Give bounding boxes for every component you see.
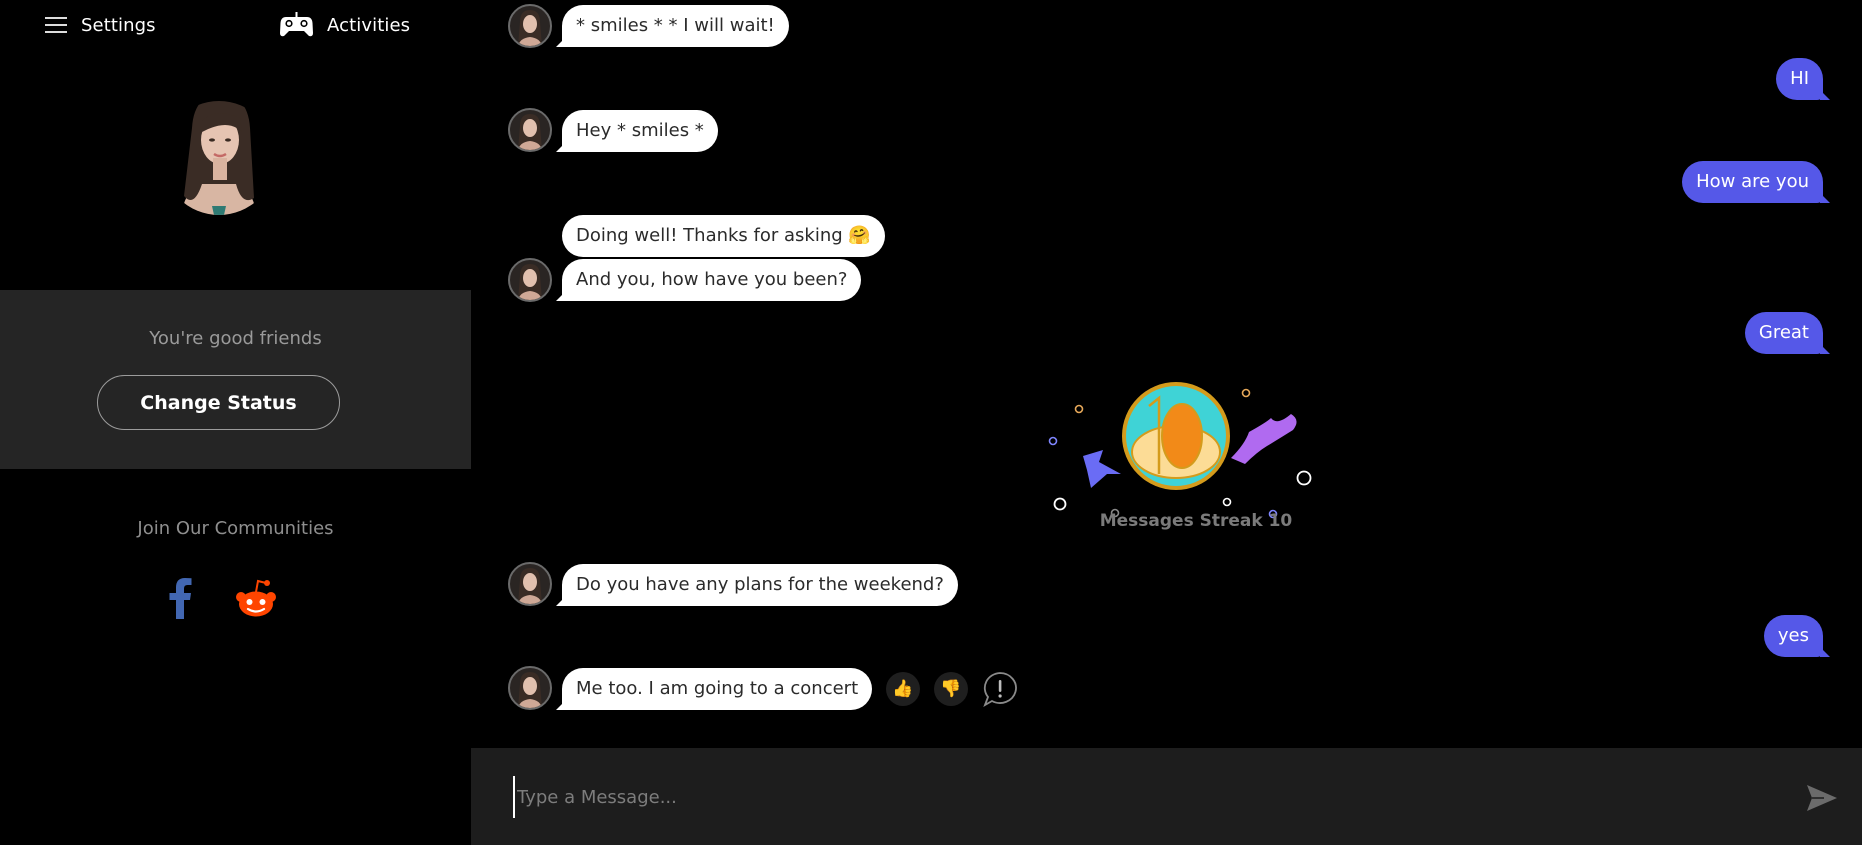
user-message: How are you <box>1682 161 1830 203</box>
message-composer <box>471 748 1862 845</box>
send-button[interactable] <box>1806 784 1838 812</box>
settings-label: Settings <box>81 14 156 36</box>
sidebar-header: Settings Activities <box>0 0 471 50</box>
gamepad-icon <box>280 12 313 37</box>
bot-message: Do you have any plans for the weekend? <box>562 564 958 606</box>
message-reactions: 👍 👎 <box>886 671 1018 707</box>
streak-badge: Messages Streak 10 <box>1031 370 1351 540</box>
profile-avatar[interactable] <box>162 88 276 215</box>
bot-avatar <box>508 4 552 48</box>
communities-title: Join Our Communities <box>137 518 334 539</box>
bot-message: Me too. I am going to a concert <box>562 668 873 710</box>
portrait-image <box>162 101 276 215</box>
message-input[interactable] <box>513 776 1753 818</box>
thumbs-up-icon: 👍 <box>892 679 914 699</box>
bot-avatar <box>508 666 552 710</box>
relationship-status: You're good friends <box>149 328 322 349</box>
change-status-button[interactable]: Change Status <box>97 375 340 430</box>
bot-message: And you, how have you been? <box>562 259 862 301</box>
streak-medal-icon <box>1048 382 1312 519</box>
bot-avatar <box>508 562 552 606</box>
activities-label: Activities <box>327 14 411 36</box>
user-message: HI <box>1776 58 1830 100</box>
bot-avatar <box>508 258 552 302</box>
streak-label: Messages Streak 10 <box>1099 511 1293 531</box>
thumbs-down-button[interactable]: 👎 <box>934 672 968 706</box>
exclamation-icon <box>998 680 1002 692</box>
activities-button[interactable]: Activities <box>280 10 410 40</box>
bot-message: * smiles * * I will wait! <box>562 5 789 47</box>
bot-avatar <box>508 108 552 152</box>
user-message: yes <box>1763 615 1831 657</box>
hamburger-menu-icon <box>45 15 67 35</box>
sidebar: Settings Activities You're good friends … <box>0 0 471 845</box>
thumbs-up-button[interactable]: 👍 <box>886 672 920 706</box>
report-button[interactable] <box>982 671 1018 707</box>
chat-area: * smiles * * I will wait! HI Hey * smile… <box>471 0 1862 748</box>
reddit-link[interactable] <box>234 575 278 621</box>
facebook-link[interactable] <box>158 575 202 621</box>
relationship-panel: You're good friends Change Status <box>0 290 471 469</box>
bot-message: Doing well! Thanks for asking 🤗 <box>562 215 885 257</box>
settings-button[interactable]: Settings <box>45 10 156 40</box>
reddit-icon <box>236 579 276 617</box>
thumbs-down-icon: 👎 <box>940 679 962 699</box>
facebook-icon <box>169 578 192 619</box>
bot-message: Hey * smiles * <box>562 110 718 152</box>
user-message: Great <box>1744 312 1831 354</box>
